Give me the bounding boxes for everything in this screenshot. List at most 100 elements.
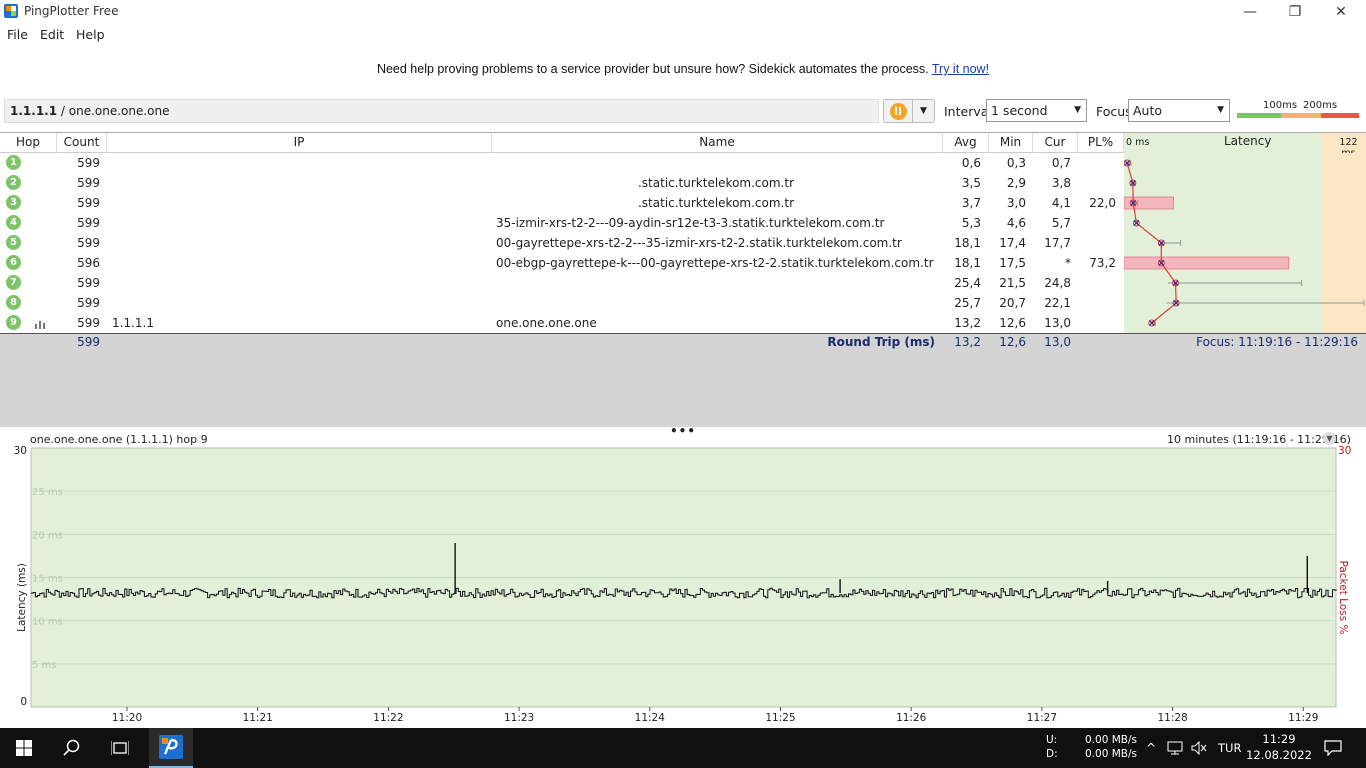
hop-table-header: Hop Count IP Name Avg Min Cur PL% 0 ms L… — [0, 132, 1366, 159]
hop-name: 00-ebgp-gayrettepe-k---00-gayrettepe-xrs… — [496, 256, 934, 270]
input-language[interactable]: TUR — [1218, 741, 1241, 755]
chevron-down-icon: ▼ — [920, 106, 927, 116]
network-icon[interactable] — [1164, 728, 1186, 768]
y-axis-max: 30 — [14, 445, 27, 457]
hop-cur: 22,1 — [1044, 296, 1071, 310]
x-tick-label: 11:25 — [765, 712, 795, 724]
close-button[interactable]: ✕ — [1318, 0, 1364, 24]
bar-chart-icon[interactable] — [35, 318, 46, 332]
hop-name: one.one.one.one — [496, 316, 597, 330]
hop-min: 3,0 — [1006, 196, 1026, 210]
restore-button[interactable]: ❐ — [1272, 0, 1318, 24]
volume-muted-icon[interactable] — [1188, 728, 1210, 768]
hop-min: 21,5 — [999, 276, 1026, 290]
target-ip: 1.1.1.1 — [10, 104, 58, 118]
x-tick-label: 11:28 — [1157, 712, 1187, 724]
hop-avg: 18,1 — [954, 256, 981, 270]
pingplotter-app-icon — [4, 4, 18, 18]
col-min[interactable]: Min — [989, 133, 1033, 153]
table-row[interactable]: 8 599 25,7 20,7 22,1 — [0, 293, 1124, 313]
col-ip[interactable]: IP — [107, 133, 492, 153]
target-name: one.one.one.one — [68, 104, 170, 118]
table-row[interactable]: 4 599 35-izmir-xrs-t2-2---09-aydin-sr12e-t… — [0, 213, 1124, 233]
hop-count: 599 — [77, 216, 100, 230]
hop-count: 599 — [77, 156, 100, 170]
chevron-up-icon[interactable]: ^ — [1142, 728, 1160, 768]
col-hop[interactable]: Hop — [0, 133, 57, 153]
window-title: PingPlotter Free — [24, 4, 119, 18]
col-latency[interactable]: 0 ms Latency 122 ms — [1124, 133, 1366, 159]
hop-avg: 0,6 — [961, 156, 981, 170]
promo-banner: Need help proving problems to a service … — [0, 62, 1366, 76]
hop-avg: 3,7 — [961, 196, 981, 210]
hop-cur: 17,7 — [1044, 236, 1071, 250]
table-row[interactable]: 1 599 0,6 0,3 0,7 — [0, 153, 1124, 173]
interval-select[interactable]: 1 second ▼ — [986, 99, 1087, 122]
col-cur[interactable]: Cur — [1033, 133, 1078, 153]
hop-number-badge: 5 — [6, 235, 21, 250]
hop-cur: * — [1065, 256, 1071, 270]
notification-icon[interactable] — [1318, 728, 1348, 768]
hop-name: .static.turktelekom.com.tr — [637, 176, 795, 190]
hop-count: 596 — [77, 256, 100, 270]
x-tick-label: 11:29 — [1288, 712, 1318, 724]
pause-dropdown-button[interactable]: ▼ — [913, 99, 935, 123]
hop-number-badge: 1 — [6, 155, 21, 170]
minimize-button[interactable]: — — [1227, 0, 1273, 24]
hop-min: 20,7 — [999, 296, 1026, 310]
col-pl[interactable]: PL% — [1078, 133, 1124, 153]
hop-min: 17,5 — [999, 256, 1026, 270]
try-it-now-link[interactable]: Try it now! — [932, 62, 989, 76]
x-tick-label: 11:24 — [635, 712, 666, 724]
target-field[interactable]: 1.1.1.1 / one.one.one.one — [4, 99, 879, 123]
hop-cur: 24,8 — [1044, 276, 1071, 290]
focus-value: Auto — [1133, 103, 1163, 118]
hop-packet-loss: 73,2 — [1089, 256, 1116, 270]
latency-header-label: Latency — [1224, 134, 1272, 148]
minimize-icon: — — [1243, 4, 1257, 20]
table-row[interactable]: 5 599 00-gayrettepe-xrs-t2-2---35-izmir-xr… — [0, 233, 1124, 253]
table-row[interactable]: 6 596 00-ebgp-gayrettepe-k---00-gayrettepe… — [0, 253, 1124, 273]
pause-icon — [889, 102, 907, 120]
hop-avg: 3,5 — [961, 176, 981, 190]
table-row[interactable]: 7 599 25,4 21,5 24,8 — [0, 273, 1124, 293]
pause-button[interactable] — [883, 99, 913, 123]
menu-file[interactable]: File — [7, 27, 28, 42]
hop-name: 00-gayrettepe-xrs-t2-2---35-izmir-xrs-t2… — [496, 236, 902, 250]
title-bar: PingPlotter Free — ❐ ✕ — [0, 0, 1366, 24]
col-name[interactable]: Name — [492, 133, 943, 153]
net-upload-label: U: — [1046, 734, 1058, 746]
timeline-chart: 25 ms 20 ms 15 ms 10 ms 5 ms 30 0 30 Latency (ms… — [14, 445, 1352, 724]
hop-count: 599 — [77, 196, 100, 210]
hop-min: 0,3 — [1006, 156, 1026, 170]
clock-time[interactable]: 11:29 — [1250, 732, 1308, 746]
search-icon[interactable] — [48, 728, 96, 768]
close-icon: ✕ — [1335, 4, 1347, 20]
hop-count: 599 — [77, 236, 100, 250]
menu-help[interactable]: Help — [76, 27, 105, 42]
col-count[interactable]: Count — [57, 133, 107, 153]
table-row[interactable]: 2 599 .static.turktelekom.com.tr 3,5 2,9 3,8 — [0, 173, 1124, 193]
menu-edit[interactable]: Edit — [40, 27, 64, 42]
hop-cur: 0,7 — [1051, 156, 1071, 170]
clock-date[interactable]: 12.08.2022 — [1246, 748, 1312, 762]
col-avg[interactable]: Avg — [943, 133, 989, 153]
focus-select[interactable]: Auto ▼ — [1128, 99, 1230, 122]
pingplotter-taskbar-icon[interactable] — [149, 728, 193, 768]
hop-number-badge: 9 — [6, 315, 21, 330]
hop-min: 2,9 — [1006, 176, 1026, 190]
hop-name: .static.turktelekom.com.tr — [637, 196, 795, 210]
summary-cur: 13,0 — [1044, 335, 1071, 349]
chevron-down-icon: ▼ — [1074, 105, 1081, 115]
hop-ip: 1.1.1.1 — [112, 316, 154, 330]
task-view-icon[interactable] — [96, 728, 144, 768]
table-row[interactable]: 3 599 .static.turktelekom.com.tr 3,7 3,0 4,1 2… — [0, 193, 1124, 213]
hop-avg: 5,3 — [961, 216, 981, 230]
windows-start-icon[interactable] — [0, 728, 48, 768]
grid-label: 10 ms — [32, 617, 63, 628]
table-row[interactable]: 9 599 1.1.1.1 one.one.one.one 13,2 12,6 13,0 — [0, 313, 1124, 333]
hop-min: 12,6 — [999, 316, 1026, 330]
packet-loss-bar — [1124, 196, 1174, 210]
hop-count: 599 — [77, 316, 100, 330]
hop-number-badge: 8 — [6, 295, 21, 310]
